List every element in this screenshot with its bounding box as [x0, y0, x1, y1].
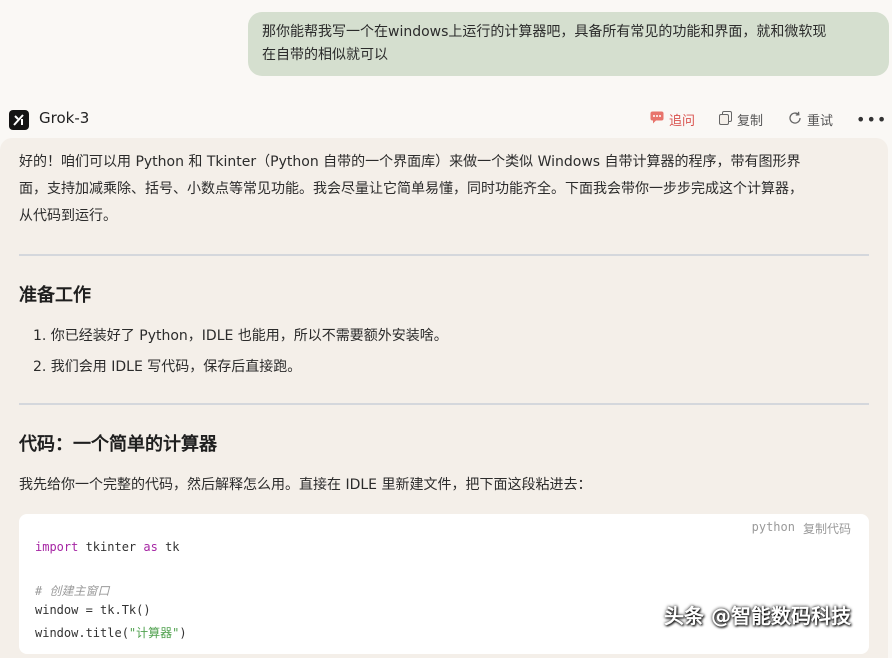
refresh-icon: [788, 111, 802, 129]
section-divider: [19, 403, 869, 405]
code-line: window.title("计算器"): [35, 626, 187, 640]
grok-logo-icon: [9, 110, 29, 130]
copy-label: 复制: [737, 114, 764, 129]
intro-paragraph: 好的！咱们可以用 Python 和 Tkinter（Python 自带的一个界面…: [19, 149, 859, 230]
user-message-line: 那你能帮我写一个在windows上运行的计算器吧，具备所有常见的功能和界面，就和…: [262, 24, 827, 40]
model-name: Grok-3: [39, 109, 90, 127]
user-message-line: 在自带的相似就可以: [262, 47, 388, 63]
intro-line: 从代码到运行。: [19, 208, 117, 224]
intro-line: 好的！咱们可以用 Python 和 Tkinter（Python 自带的一个界面…: [19, 154, 801, 170]
section-intro: 我先给你一个完整的代码，然后解释怎么用。直接在 IDLE 里新建文件，把下面这段…: [19, 477, 592, 493]
user-message-bubble: 那你能帮我写一个在windows上运行的计算器吧，具备所有常见的功能和界面，就和…: [248, 12, 889, 76]
code-toolbar: python 复制代码: [752, 520, 851, 537]
followup-button[interactable]: 追问: [650, 110, 695, 129]
response-header: Grok-3 追问 复制 重试 •••: [0, 104, 892, 134]
copy-code-button[interactable]: 复制代码: [803, 520, 851, 537]
retry-button[interactable]: 重试: [788, 110, 833, 129]
section-heading: 准备工作: [19, 285, 91, 306]
section-divider: [19, 254, 869, 256]
code-block: python 复制代码 import tkinter as tk # 创建主窗口…: [19, 514, 869, 654]
more-options-icon[interactable]: •••: [856, 110, 887, 129]
intro-line: 面，支持加减乘除、括号、小数点等常见功能。我会尽量让它简单易懂，同时功能齐全。下…: [19, 181, 803, 197]
code-line: window = tk.Tk(): [35, 603, 151, 617]
watermark: 头条 @智能数码科技: [664, 604, 851, 628]
chat-bubble-icon: [650, 111, 664, 128]
list-item: 2. 我们会用 IDLE 写代码，保存后直接跑。: [33, 359, 302, 375]
section-heading: 代码：一个简单的计算器: [19, 434, 217, 455]
followup-label: 追问: [669, 114, 696, 129]
list-item: 1. 你已经装好了 Python，IDLE 也能用，所以不需要额外安装啥。: [33, 328, 448, 344]
copy-icon: [719, 110, 732, 129]
copy-button[interactable]: 复制: [719, 110, 763, 129]
code-language-label: python: [751, 520, 795, 534]
code-line: import tkinter as tk: [35, 540, 180, 554]
code-comment: # 创建主窗口: [35, 584, 110, 598]
retry-label: 重试: [807, 114, 834, 129]
